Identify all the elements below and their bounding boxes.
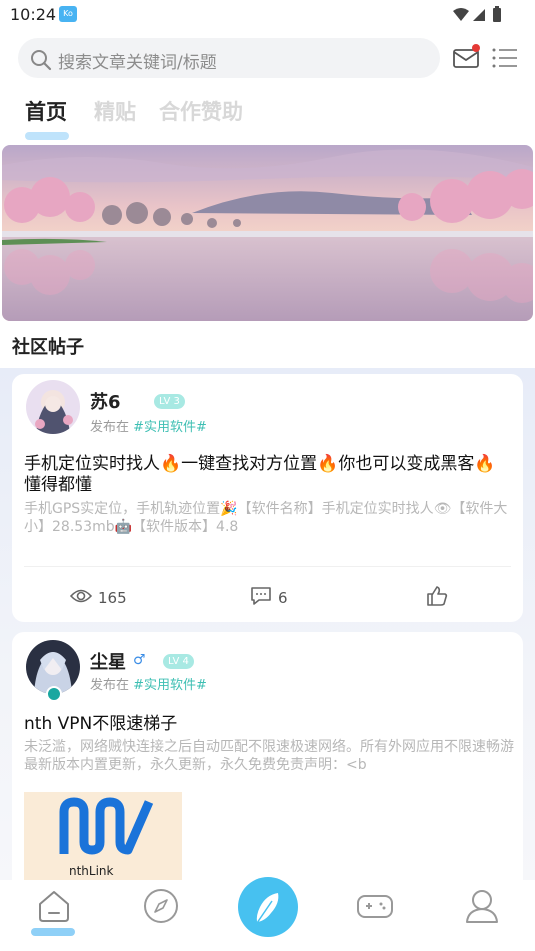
gamepad-icon [357,895,393,918]
wifi-icon [453,8,469,21]
post-title[interactable]: 手机定位实时找人🔥一键查找对方位置🔥你也可以变成黑客🔥懂得都懂 [24,454,510,496]
divider [24,566,511,567]
signal-icon [473,9,485,21]
banner-image[interactable] [2,145,533,321]
publish-button[interactable] [238,877,298,937]
posted-in: 发布在 #实用软件# [90,674,207,693]
feather-icon [256,893,279,924]
post-card[interactable]: 尘星 ♂ LV 4 发布在 #实用软件# nth VPN不限速梯子 未泛滥，网络… [12,632,523,892]
tab-featured[interactable]: 精贴 [94,96,136,126]
posted-in-label: 发布在 [90,678,130,693]
post-image[interactable]: nthLink [24,792,182,892]
search-icon [29,48,53,76]
status-bar: 10:24 Ko [0,0,535,30]
tab-bar: 首页 精贴 合作赞助 [0,96,535,146]
nav-home[interactable] [34,886,74,926]
male-icon: ♂ [133,652,146,668]
compass-icon [144,889,178,923]
level-badge: LV 3 [154,394,185,409]
user-icon [466,890,498,923]
nav-explore[interactable] [141,886,181,926]
system-status-icons [451,6,503,28]
verified-badge-icon [46,686,62,702]
thumbs-up-icon [426,585,454,611]
tab-home[interactable]: 首页 [25,96,67,126]
menu-icon[interactable] [491,46,519,70]
battery-icon [493,8,501,22]
search-placeholder: 搜索文章关键词/标题 [58,53,217,73]
posted-in: 发布在 #实用软件# [90,416,207,435]
posted-in-label: 发布在 [90,420,130,435]
post-card[interactable]: 苏6 LV 3 发布在 #实用软件# 手机定位实时找人🔥一键查找对方位置🔥你也可… [12,374,523,622]
tab-indicator [25,132,69,140]
view-count-value: 165 [98,589,127,607]
category-link[interactable]: #实用软件# [133,678,207,693]
nav-games[interactable] [355,886,395,926]
nav-indicator [31,928,75,936]
comment-icon [250,586,278,610]
top-bar: 搜索文章关键词/标题 [0,38,535,80]
notification-dot [472,44,480,52]
username[interactable]: 尘星 [90,648,126,674]
eye-icon [69,588,98,608]
mail-icon[interactable] [452,44,480,72]
comment-count: 6 [278,589,288,607]
tab-sponsorship[interactable]: 合作赞助 [159,96,243,126]
app-notification-icon: Ko [59,6,77,22]
post-image-label: nthLink [69,864,114,878]
comment-button[interactable]: 6 [250,586,288,610]
post-excerpt[interactable]: 未泛滥，网络贼快连接之后自动匹配不限速极速网络。所有外网应用不限速畅游最新版本内… [24,738,514,774]
post-excerpt[interactable]: 手机GPS实定位，手机轨迹位置🎉【软件名称】手机定位实时找人👁【软件大小】28.… [24,500,514,536]
home-icon [39,891,69,922]
like-button[interactable] [426,586,454,610]
category-link[interactable]: #实用软件# [133,420,207,435]
status-time: 10:24 [10,5,57,24]
avatar[interactable] [26,380,80,434]
level-badge: LV 4 [163,654,194,669]
search-input[interactable]: 搜索文章关键词/标题 [18,38,440,78]
section-title: 社区帖子 [12,337,84,358]
view-count: 165 [69,586,127,610]
post-title[interactable]: nth VPN不限速梯子 [24,714,510,735]
username[interactable]: 苏6 [90,388,121,414]
bottom-nav [0,877,535,951]
nav-profile[interactable] [462,886,502,926]
